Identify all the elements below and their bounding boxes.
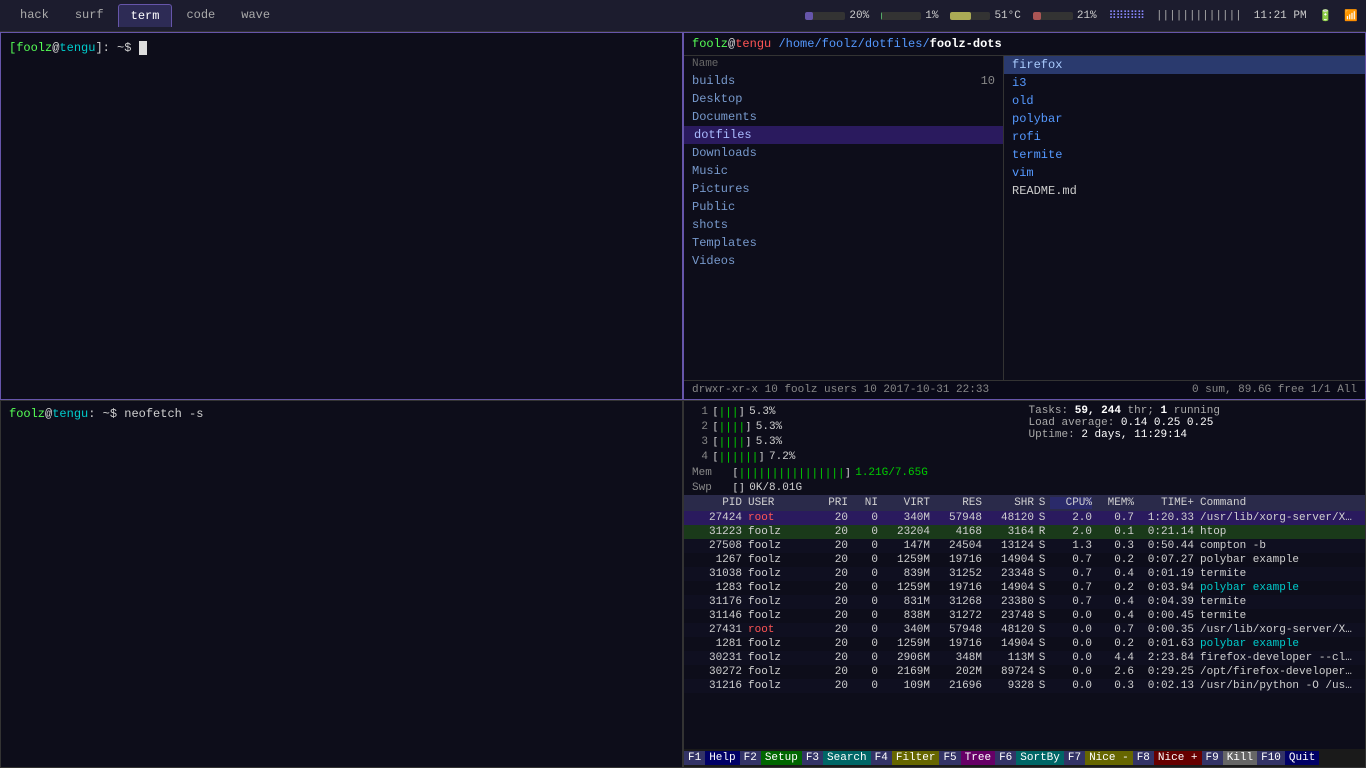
htop-fkey-search[interactable]: F3Search	[802, 751, 871, 765]
tab-surf[interactable]: surf	[63, 4, 116, 27]
volume-icon: |||||||||||||	[1156, 10, 1242, 22]
fm-col-header: Name	[684, 56, 1003, 72]
neofetch-prompt: foolz@tengu: ~$ neofetch -s	[1, 401, 682, 767]
fm-dir-music[interactable]: Music	[684, 162, 1003, 180]
fm-body: Name builds10 Desktop Documents dotfiles…	[684, 56, 1365, 380]
terminal-top-left[interactable]: [foolz@tengu]: ~$	[0, 32, 683, 400]
fm-dir-documents[interactable]: Documents	[684, 108, 1003, 126]
htop-cpu-3: 3 [|||| ] 5.3%	[692, 435, 1021, 448]
tab-wave[interactable]: wave	[229, 4, 282, 27]
htop-row-30231: 30231 foolz 20 0 2906M 348M 113M S 0.0 4…	[684, 651, 1365, 665]
fm-dir-dotfiles[interactable]: dotfiles	[684, 126, 1003, 144]
htop-fkey-setup[interactable]: F2Setup	[740, 751, 802, 765]
htop-fkey-filter[interactable]: F4Filter	[871, 751, 940, 765]
network-icon: ⠿⠿⠿⠿⠿	[1109, 9, 1144, 23]
htop-row-31038: 31038 foolz 20 0 839M 31252 23348 S 0.7 …	[684, 567, 1365, 581]
tab-hack[interactable]: hack	[8, 4, 61, 27]
htop-row-31216: 31216 foolz 20 0 109M 21696 9328 S 0.0 0…	[684, 679, 1365, 693]
fm-path: /home/foolz/dotfiles/	[778, 37, 929, 51]
fm-dir-public[interactable]: Public	[684, 198, 1003, 216]
fm-file-old[interactable]: old	[1004, 92, 1365, 110]
htop-cpu-4: 4 [|||||| ] 7.2%	[692, 450, 1021, 463]
fm-footer: drwxr-xr-x 10 foolz users 10 2017-10-31 …	[684, 380, 1365, 399]
htop-row-1281: 1281 foolz 20 0 1259M 19716 14904 S 0.0 …	[684, 637, 1365, 651]
fm-dir-downloads[interactable]: Downloads	[684, 144, 1003, 162]
cpu-status: 20%	[805, 10, 869, 22]
htop-row-30272: 30272 foolz 20 0 2169M 202M 89724 S 0.0 …	[684, 665, 1365, 679]
htop-fkey-kill[interactable]: F9Kill	[1202, 751, 1258, 765]
terminal-content: [foolz@tengu]: ~$	[1, 33, 682, 399]
temp-status: 51°C	[950, 10, 1020, 22]
fm-file-polybar[interactable]: polybar	[1004, 110, 1365, 128]
fm-right-panel[interactable]: firefox i3 old polybar rofi termite vim …	[1004, 56, 1365, 380]
fm-host: tengu	[735, 37, 771, 51]
htop-swp-meter: Swp [ ] 0K/8.01G	[692, 480, 1021, 495]
tab-code[interactable]: code	[174, 4, 227, 27]
htop-pane: 1 [||| ] 5.3% 2 [|||| ] 5.3	[683, 400, 1366, 768]
fm-dir-desktop[interactable]: Desktop	[684, 90, 1003, 108]
fm-user: foolz	[692, 37, 728, 51]
htop-stats: Tasks: 59, 244 thr; 1 running Load avera…	[1021, 405, 1358, 495]
status-bar: 20% 1% 51°C 21% ⠿⠿⠿⠿⠿ ||||||||||||| 11:2…	[805, 9, 1358, 23]
htop-header: 1 [||| ] 5.3% 2 [|||| ] 5.3	[684, 401, 1365, 495]
htop-mem-meter: Mem [|||||||||||||||| ] 1.21G/7.65G	[692, 465, 1021, 480]
htop-row-27424: 27424 root 20 0 340M 57948 48120 S 2.0 0…	[684, 511, 1365, 525]
main-grid: [foolz@tengu]: ~$ foolz@tengu /home/fool…	[0, 32, 1366, 768]
fm-dir-pictures[interactable]: Pictures	[684, 180, 1003, 198]
battery-icon: 🔋	[1319, 9, 1333, 23]
htop-fkey-niceup[interactable]: F8Nice +	[1133, 751, 1202, 765]
htop-row-27431: 27431 root 20 0 340M 57948 48120 S 0.0 0…	[684, 623, 1365, 637]
terminal-cursor	[139, 41, 147, 55]
fm-dir-videos[interactable]: Videos	[684, 252, 1003, 270]
file-manager-pane[interactable]: foolz@tengu /home/foolz/dotfiles/foolz-d…	[683, 32, 1366, 400]
fm-file-termite[interactable]: termite	[1004, 146, 1365, 164]
fm-current-dir: foolz-dots	[930, 37, 1002, 51]
htop-cpu-meters: 1 [||| ] 5.3% 2 [|||| ] 5.3	[692, 405, 1021, 495]
htop-row-27508: 27508 foolz 20 0 147M 24504 13124 S 1.3 …	[684, 539, 1365, 553]
htop-row-1283: 1283 foolz 20 0 1259M 19716 14904 S 0.7 …	[684, 581, 1365, 595]
clock: 11:21 PM	[1254, 10, 1307, 22]
fm-dir-shots[interactable]: shots	[684, 216, 1003, 234]
battery-status: 21%	[1033, 10, 1097, 22]
fm-file-rofi[interactable]: rofi	[1004, 128, 1365, 146]
htop-fkey-sortby[interactable]: F6SortBy	[995, 751, 1064, 765]
tab-term[interactable]: term	[118, 4, 173, 27]
htop-fkey-tree[interactable]: F5Tree	[939, 751, 995, 765]
mem-status: 1%	[881, 10, 938, 22]
htop-footer: F1Help F2Setup F3Search F4Filter F5Tree …	[684, 749, 1365, 767]
htop-row-31223: 31223 foolz 20 0 23204 4168 3164 R 2.0 0…	[684, 525, 1365, 539]
wifi-icon: 📶	[1344, 9, 1358, 23]
htop-fkey-help[interactable]: F1Help	[684, 751, 740, 765]
prompt-user: [foolz	[9, 41, 52, 55]
topbar: hack surf term code wave 20% 1% 51°C 21%…	[0, 0, 1366, 32]
htop-fkey-nicedown[interactable]: F7Nice -	[1064, 751, 1133, 765]
htop-row-1267: 1267 foolz 20 0 1259M 19716 14904 S 0.7 …	[684, 553, 1365, 567]
fm-header: foolz@tengu /home/foolz/dotfiles/foolz-d…	[684, 33, 1365, 56]
fm-file-firefox[interactable]: firefox	[1004, 56, 1365, 74]
fm-file-i3[interactable]: i3	[1004, 74, 1365, 92]
htop-row-31146: 31146 foolz 20 0 838M 31272 23748 S 0.0 …	[684, 609, 1365, 623]
fm-left-panel[interactable]: Name builds10 Desktop Documents dotfiles…	[684, 56, 1004, 380]
htop-cpu-2: 2 [|||| ] 5.3%	[692, 420, 1021, 433]
htop-fkey-quit[interactable]: F10Quit	[1257, 751, 1319, 765]
fm-file-vim[interactable]: vim	[1004, 164, 1365, 182]
fm-file-readme[interactable]: README.md	[1004, 182, 1365, 200]
htop-row-31176: 31176 foolz 20 0 831M 31268 23380 S 0.7 …	[684, 595, 1365, 609]
fm-footer-left: drwxr-xr-x 10 foolz users 10 2017-10-31 …	[692, 384, 989, 396]
fm-footer-right: 0 sum, 89.6G free 1/1 All	[1192, 384, 1357, 396]
tab-list: hack surf term code wave	[8, 4, 282, 27]
fm-dir-templates[interactable]: Templates	[684, 234, 1003, 252]
prompt-host: tengu	[59, 41, 95, 55]
htop-table-header: PID USER PRI NI VIRT RES SHR S CPU% MEM%…	[684, 495, 1365, 511]
htop-process-table: PID USER PRI NI VIRT RES SHR S CPU% MEM%…	[684, 495, 1365, 749]
fm-dir-builds[interactable]: builds10	[684, 72, 1003, 90]
htop-cpu-1: 1 [||| ] 5.3%	[692, 405, 1021, 418]
neofetch-pane: foolz@tengu: ~$ neofetch -s -` .o+` `ooo…	[0, 400, 683, 768]
